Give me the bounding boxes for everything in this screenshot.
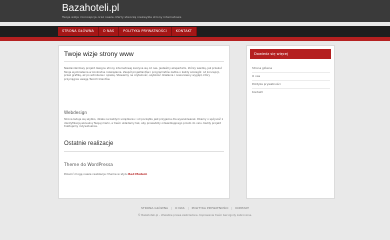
page-title: Twoje wizje strony www bbox=[64, 51, 134, 58]
sidebar-divider bbox=[252, 88, 330, 89]
copyright: © Bazahoteli.pl – Wszelkie prawa zastrze… bbox=[137, 214, 253, 217]
footer-link-about[interactable]: O NAS bbox=[172, 206, 188, 210]
nav-item-home[interactable]: STRONA GŁÓWNA bbox=[58, 27, 99, 36]
site-logo[interactable]: Bazahoteli.pl bbox=[62, 4, 119, 14]
nav-item-about[interactable]: O NAS bbox=[98, 27, 120, 36]
footer-nav: STRONA GŁÓWNA | O NAS | POLITYKA PRYWATN… bbox=[0, 205, 390, 211]
sidebar-item-home[interactable]: Strona główna bbox=[252, 66, 272, 70]
footer-link-contact[interactable]: KONTAKT bbox=[232, 206, 252, 210]
recent-divider bbox=[64, 151, 224, 152]
nav-accent-bar bbox=[0, 37, 390, 41]
nav-item-contact[interactable]: KONTAKT bbox=[171, 27, 197, 36]
recent-works-title: Ostatnie realizacje bbox=[64, 141, 114, 147]
post-title[interactable]: Theme do WordPressa bbox=[64, 163, 113, 168]
post-excerpt: Polecić mogę nasze realizacje: theme w s… bbox=[64, 172, 147, 176]
sidebar-item-about[interactable]: O nas bbox=[252, 74, 260, 78]
sidebar-divider bbox=[252, 80, 330, 81]
nav-item-privacy[interactable]: POLITYKA PRYWATNOŚCI bbox=[119, 27, 172, 36]
sidebar-item-privacy[interactable]: Polityka prywatności bbox=[252, 82, 281, 86]
header-bar: Bazahoteli.pl Twoja wizja i koncepcja or… bbox=[0, 0, 390, 22]
post-excerpt-text: Polecić mogę nasze realizacje: theme w s… bbox=[64, 172, 129, 176]
sidebar-divider bbox=[252, 72, 330, 73]
sidebar-item-contact[interactable]: Kontakt bbox=[252, 90, 263, 94]
main-content: Twoje wizje strony www Niestandardowy pr… bbox=[58, 45, 230, 199]
footer-link-privacy[interactable]: POLITYKA PRYWATNOŚCI bbox=[189, 206, 232, 210]
sidebar: Dowiedz się więcej Strona główna O nas P… bbox=[246, 45, 335, 199]
post-link[interactable]: Red Modern bbox=[128, 172, 147, 176]
main-nav: STRONA GŁÓWNA O NAS POLITYKA PRYWATNOŚCI… bbox=[58, 27, 197, 36]
title-divider bbox=[64, 61, 224, 62]
intro-paragraph: Niestandardowy projekt designu strony in… bbox=[64, 67, 223, 81]
sidebar-title: Dowiedz się więcej bbox=[250, 49, 331, 59]
footer-link-home[interactable]: STRONA GŁÓWNA bbox=[138, 206, 171, 210]
section-title: Webdesign bbox=[64, 110, 88, 115]
site-tagline: Twoja wizja i koncepcja oraz nasze ofert… bbox=[62, 15, 182, 19]
section-paragraph: Strona ładuje się szybko, działa na każd… bbox=[64, 118, 224, 129]
